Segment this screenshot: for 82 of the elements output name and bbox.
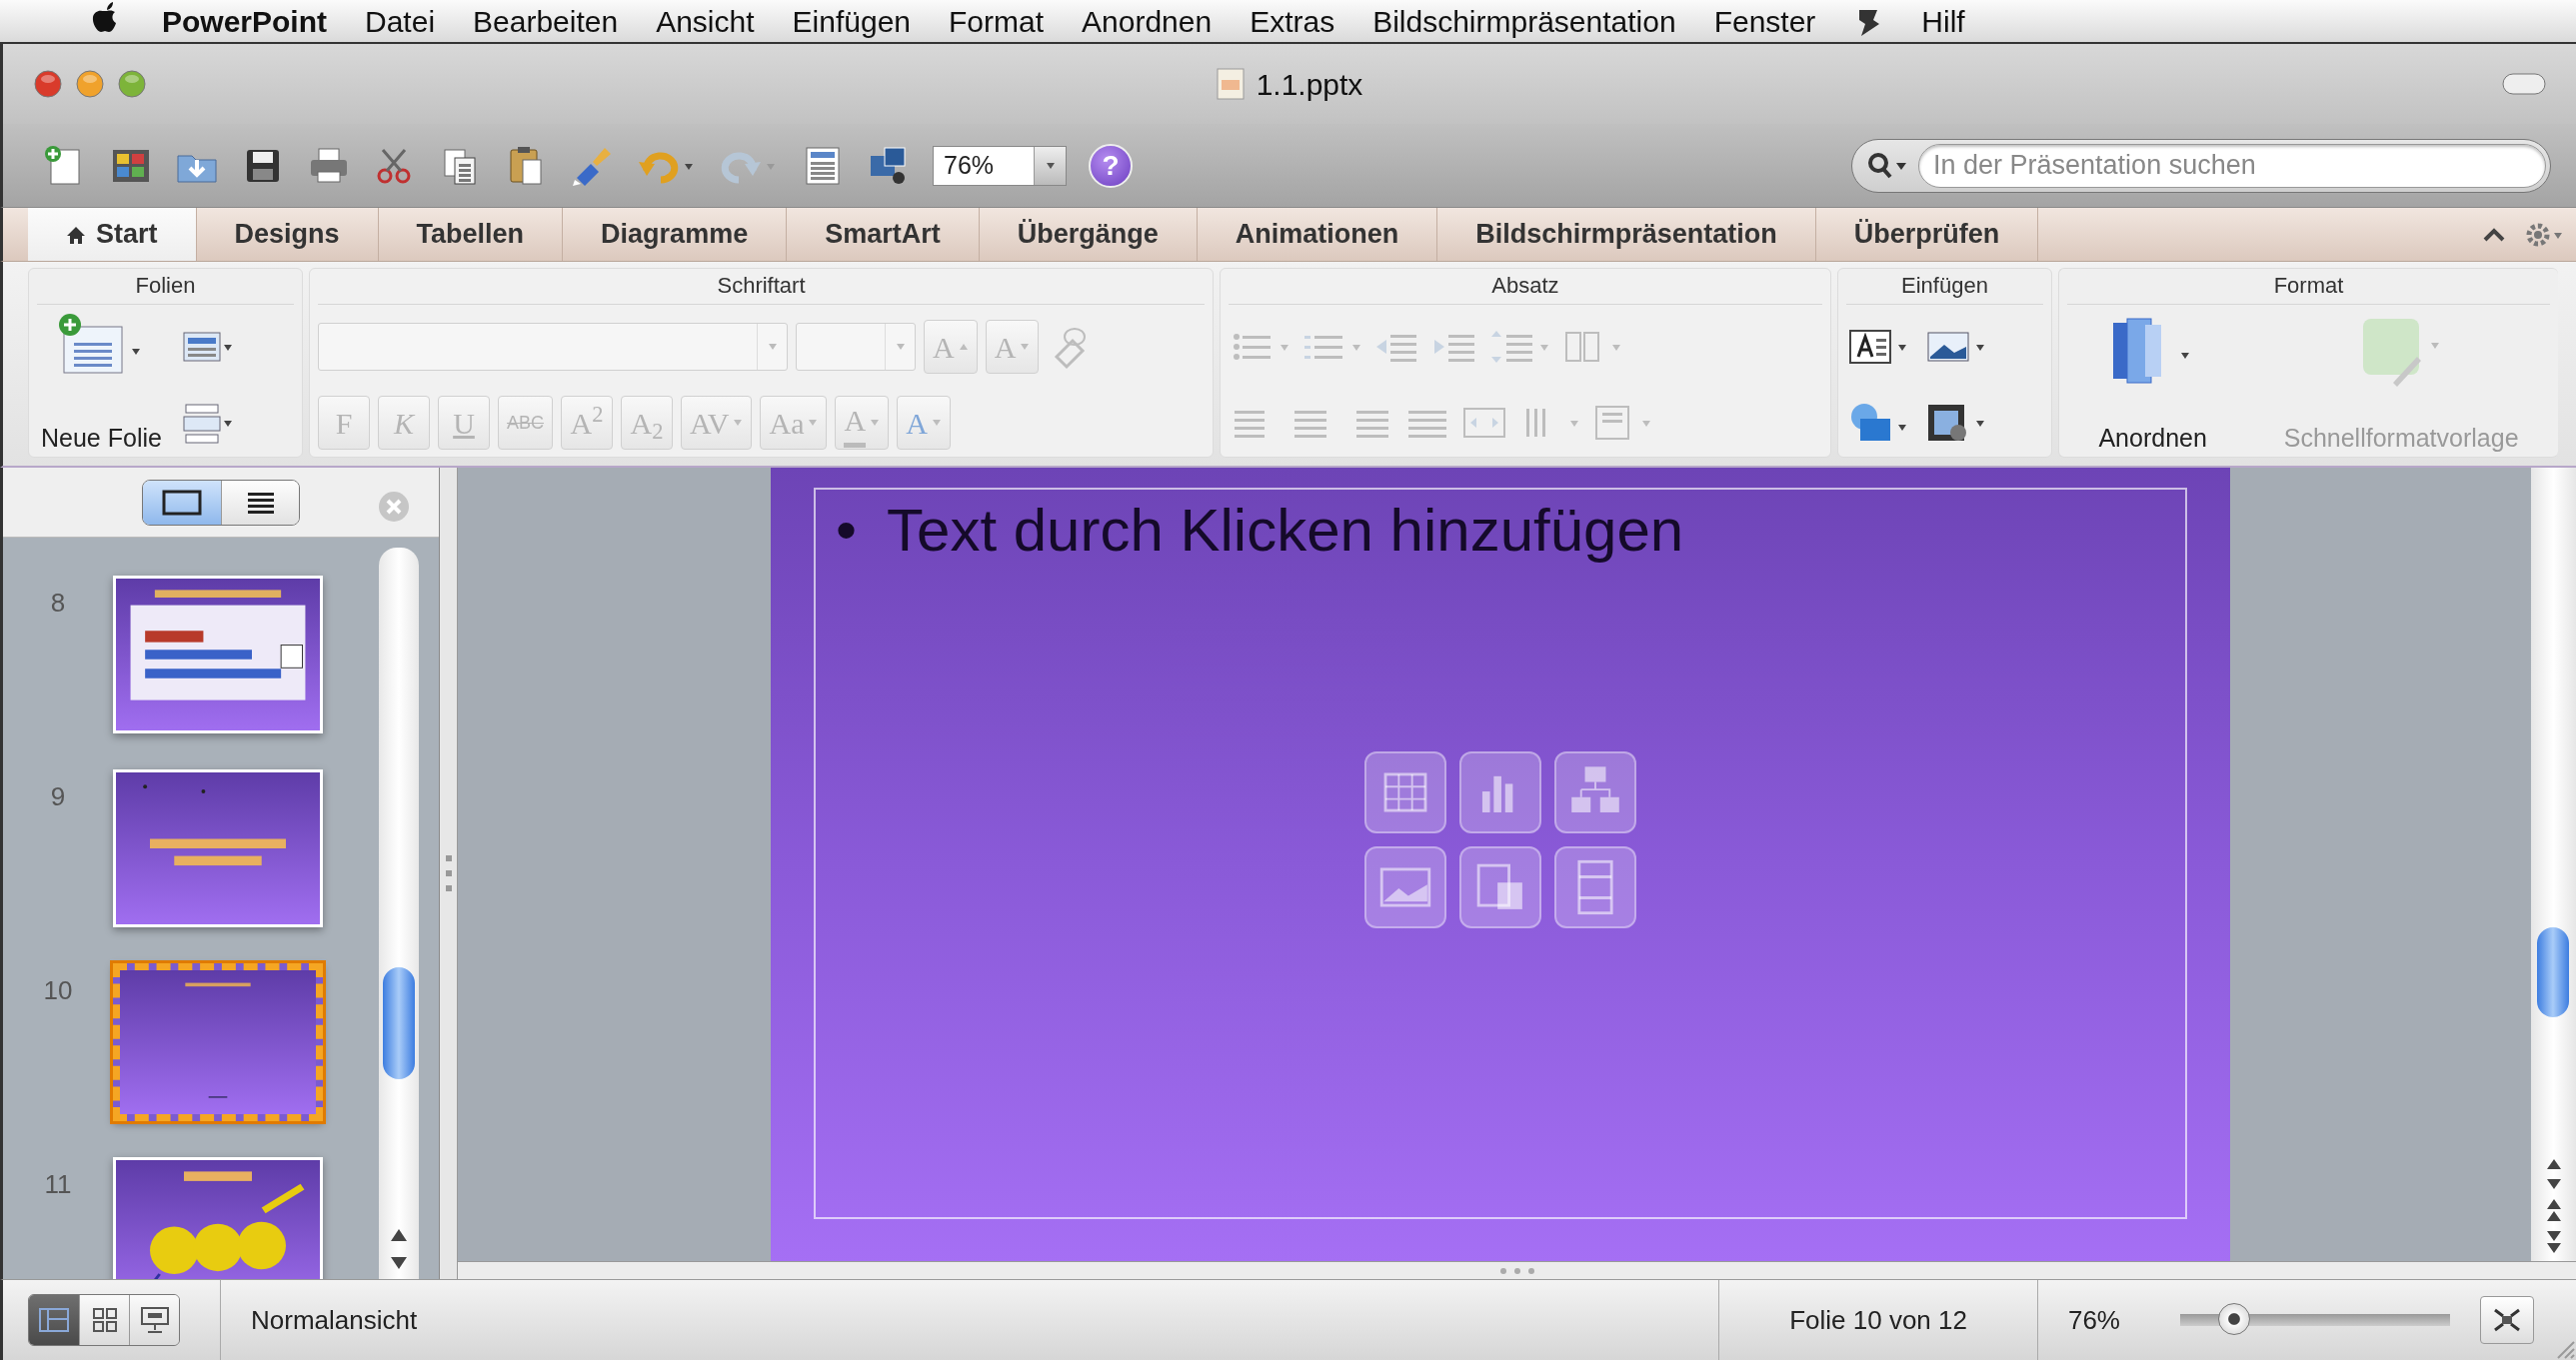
slide-number: 9 xyxy=(49,780,67,813)
toolbar-toggle-button[interactable] xyxy=(2502,73,2546,95)
ribbon-tab[interactable]: Überprüfen xyxy=(1815,208,2039,261)
view-name: Normalansicht xyxy=(250,1303,419,1337)
collapse-ribbon-icon[interactable] xyxy=(2482,226,2506,243)
scrollbar[interactable] xyxy=(2531,468,2576,1261)
caret-icon xyxy=(808,419,819,427)
caret-icon xyxy=(733,419,744,427)
outline-view-tab[interactable] xyxy=(221,480,299,525)
zoom-combo[interactable]: 76% xyxy=(933,145,1067,186)
next-slide-icon[interactable] xyxy=(2544,1229,2563,1255)
scroll-down-arrow[interactable] xyxy=(389,1255,409,1271)
group-title: Absatz xyxy=(1229,269,1822,305)
group-title: Folien xyxy=(37,269,294,305)
chart-icon[interactable] xyxy=(1459,751,1541,833)
scrollbar-thumb[interactable] xyxy=(383,967,415,1079)
fit-to-window-button[interactable] xyxy=(2480,1296,2534,1344)
slider-thumb[interactable] xyxy=(2218,1303,2250,1335)
ribbon-tab[interactable]: Designs xyxy=(196,208,379,261)
caret-icon xyxy=(894,343,907,351)
scrollbar-thumb[interactable] xyxy=(2537,927,2569,1017)
slide-number: 8 xyxy=(49,587,67,620)
menu-item[interactable]: Format xyxy=(949,0,1044,44)
zoom-button[interactable] xyxy=(117,69,147,99)
app-menu[interactable]: PowerPoint xyxy=(162,0,327,44)
menu-item[interactable]: Ansicht xyxy=(656,0,755,44)
film-icon[interactable] xyxy=(1554,846,1636,928)
group-title: Format xyxy=(2067,269,2550,305)
menu-item[interactable]: Einfügen xyxy=(792,0,911,44)
arrange-button[interactable]: Anordnen xyxy=(2094,313,2211,457)
previous-slide-icon[interactable] xyxy=(2544,1197,2563,1223)
close-button[interactable] xyxy=(33,69,63,99)
ribbon-tab[interactable]: Animationen xyxy=(1197,208,1438,261)
table-icon[interactable] xyxy=(1364,751,1446,833)
menu-item[interactable]: Bildschirmpräsentation xyxy=(1372,0,1676,44)
menu-item[interactable]: Datei xyxy=(365,0,436,44)
ribbon-tab[interactable]: Übergänge xyxy=(979,208,1198,261)
slideshow-view-tab[interactable] xyxy=(129,1295,179,1345)
sorter-view-tab[interactable] xyxy=(79,1295,129,1345)
scroll-up-arrow[interactable] xyxy=(2544,1157,2563,1171)
ribbon-tab[interactable]: Start xyxy=(28,208,197,261)
ribbon-tab[interactable]: Bildschirmpräsentation xyxy=(1437,208,1816,261)
slides-view-tab[interactable] xyxy=(143,480,221,525)
ribbon-tab[interactable]: Diagramme xyxy=(563,208,788,261)
splitter-handle[interactable] xyxy=(458,1261,2576,1279)
caret-icon xyxy=(766,343,779,351)
menu-item[interactable]: Bearbeiten xyxy=(473,0,619,44)
new-slide-button[interactable]: Neue Folie xyxy=(37,313,166,457)
menu-item[interactable]: Anordnen xyxy=(1082,0,1213,44)
ribbon-tab[interactable]: Tabellen xyxy=(378,208,564,261)
clip-art-icon[interactable] xyxy=(1459,846,1541,928)
window-title: 1.1.pptx xyxy=(1256,66,1363,103)
splitter-handle[interactable] xyxy=(440,468,458,1279)
menu-item[interactable]: Hilf xyxy=(1921,0,1965,44)
caret-icon xyxy=(1044,161,1057,170)
ribbon-tab[interactable]: SmartArt xyxy=(787,208,980,261)
slide-position: Folie 10 von 12 xyxy=(1788,1303,1968,1337)
search-field[interactable]: In der Präsentation suchen xyxy=(1918,143,2546,188)
caret-icon xyxy=(931,419,942,427)
scrollbar[interactable] xyxy=(379,548,419,1279)
caret-icon xyxy=(1020,343,1031,351)
slide-number: 10 xyxy=(42,974,74,1007)
slide-number: 11 xyxy=(43,1168,73,1201)
menu-item[interactable]: Extras xyxy=(1250,0,1335,44)
menu-item[interactable]: Fenster xyxy=(1713,0,1816,44)
hierarchy-icon[interactable] xyxy=(1554,751,1636,833)
slide-icon xyxy=(162,489,202,516)
group-title: Schriftart xyxy=(318,269,1205,305)
scroll-down-arrow[interactable] xyxy=(2544,1177,2563,1191)
normal-view-tab[interactable] xyxy=(29,1295,79,1345)
grip-icon xyxy=(444,853,453,893)
fit-icon xyxy=(2492,1307,2522,1333)
group-title: Einfügen xyxy=(1846,269,2043,305)
zoom-level: 76% xyxy=(2066,1303,2121,1337)
image-icon[interactable] xyxy=(1364,846,1446,928)
bullet-text: • Text durch Klicken hinzufügen xyxy=(835,496,1685,566)
document-icon xyxy=(1216,68,1245,100)
minimize-button[interactable] xyxy=(75,69,105,99)
caret-icon xyxy=(870,419,881,427)
home-icon xyxy=(66,224,86,245)
scroll-up-arrow[interactable] xyxy=(389,1227,409,1243)
up-caret-icon xyxy=(958,343,969,351)
